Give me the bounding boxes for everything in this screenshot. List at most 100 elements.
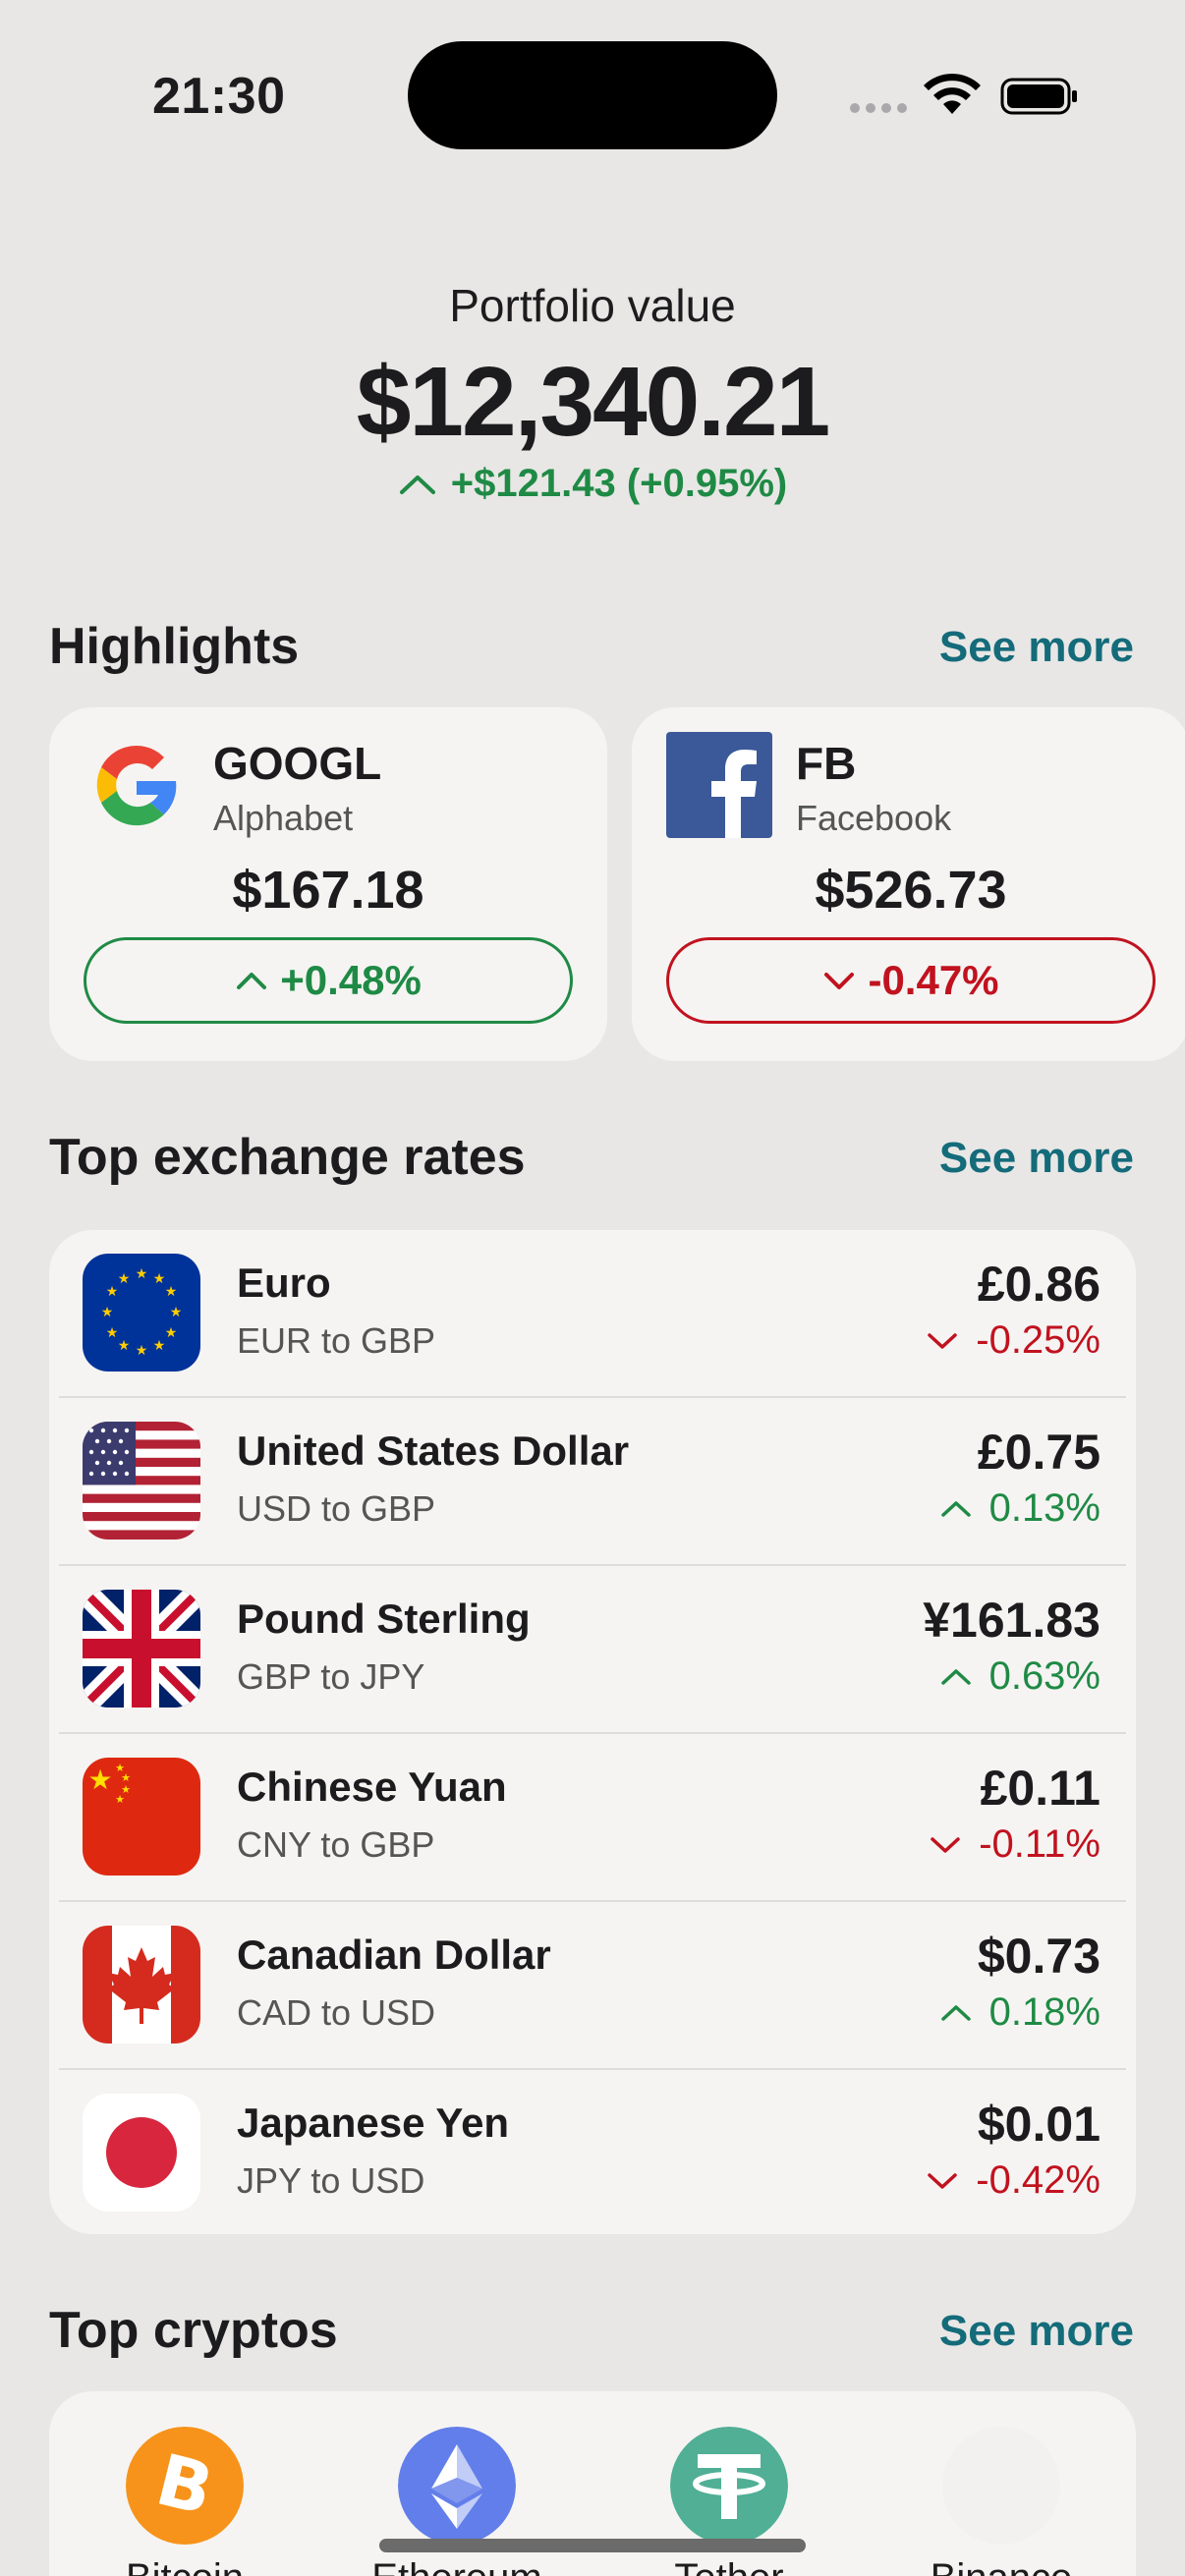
- exchange-rate-row-eur[interactable]: ★ ★ ★ ★ ★ ★ ★ ★ ★ ★ ★ ★ Euro EUR to GBP £0.86 -0…: [49, 1230, 1136, 1398]
- rate-value: $0.73: [977, 1929, 1100, 1984]
- crypto-name: Binance: [893, 2556, 1109, 2576]
- rate-value: ¥161.83: [923, 1593, 1100, 1648]
- svg-text:★: ★: [101, 1305, 114, 1320]
- chevron-up-icon: [940, 1668, 971, 1685]
- rate-change-text: 0.63%: [988, 1654, 1100, 1698]
- chevron-up-icon: [399, 475, 435, 494]
- crypto-name: Ethereum: [349, 2556, 565, 2576]
- exchange-rate-row-cny[interactable]: ★ ★ ★ ★ ★ Chinese Yuan CNY to GBP £0.11 …: [49, 1734, 1136, 1902]
- svg-text:★: ★: [136, 1266, 148, 1282]
- exchange-rate-row-jpy[interactable]: Japanese Yen JPY to USD $0.01 -0.42%: [49, 2070, 1136, 2234]
- rate-change: -0.25%: [927, 1318, 1100, 1363]
- rate-change: 0.13%: [940, 1486, 1100, 1531]
- google-logo-icon: [96, 745, 177, 826]
- portfolio-label: Portfolio value: [449, 280, 736, 331]
- currency-name: Canadian Dollar: [237, 1932, 551, 1978]
- svg-text:★: ★: [87, 1764, 112, 1796]
- tether-icon: [670, 2427, 788, 2545]
- currency-name: Pound Sterling: [237, 1596, 531, 1642]
- highlight-card-fb[interactable]: FB Facebook $526.73 -0.47%: [632, 707, 1185, 1061]
- crypto-name: Tether: [621, 2556, 837, 2576]
- battery-icon: [1000, 78, 1077, 115]
- rate-change: -0.11%: [930, 1822, 1100, 1867]
- highlight-price: $526.73: [815, 861, 1007, 920]
- uk-flag-icon: [83, 1590, 200, 1708]
- rate-change: 0.63%: [940, 1654, 1100, 1699]
- rate-change-text: -0.25%: [976, 1318, 1100, 1362]
- chevron-up-icon: [237, 973, 267, 989]
- highlight-ticker: GOOGL: [213, 738, 382, 789]
- eu-flag-icon: ★ ★★ ★★★ ★★★ ★★★: [83, 1254, 200, 1372]
- dynamic-island: [408, 41, 777, 149]
- chevron-up-icon: [940, 1500, 971, 1517]
- status-bar: 21:30: [0, 0, 1185, 187]
- chevron-down-icon: [928, 2172, 957, 2189]
- rate-change-text: 0.13%: [988, 1486, 1100, 1530]
- highlight-price: $167.18: [232, 861, 424, 920]
- cellular-signal-icon: [850, 103, 907, 113]
- svg-text:★: ★: [153, 1338, 166, 1354]
- cryptos-see-more-link[interactable]: See more: [939, 2307, 1134, 2356]
- portfolio-change-text: +$121.43 (+0.95%): [450, 462, 788, 505]
- us-flag-icon: [83, 1422, 200, 1540]
- china-flag-icon: ★ ★ ★ ★ ★: [83, 1758, 200, 1876]
- portfolio-change: +$121.43 (+0.95%): [0, 462, 1185, 506]
- home-indicator[interactable]: [379, 2539, 806, 2552]
- svg-text:★: ★: [165, 1325, 178, 1341]
- chevron-down-icon: [824, 973, 855, 989]
- currency-pair: CAD to USD: [237, 1992, 436, 2033]
- portfolio-value: $12,340.21: [356, 347, 831, 457]
- highlight-card-googl[interactable]: GOOGL Alphabet $167.18 +0.48%: [49, 707, 607, 1061]
- rate-change: 0.18%: [940, 1990, 1100, 2035]
- highlights-see-more-link[interactable]: See more: [939, 623, 1134, 672]
- highlight-change-text: -0.47%: [868, 957, 999, 1003]
- rate-value: $0.01: [977, 2097, 1100, 2152]
- currency-name: Chinese Yuan: [237, 1764, 507, 1810]
- cryptos-title: Top cryptos: [49, 2302, 338, 2359]
- highlight-change-badge: -0.47%: [666, 937, 1156, 1024]
- rate-change: -0.42%: [927, 2158, 1100, 2203]
- svg-text:★: ★: [115, 1793, 125, 1806]
- chevron-down-icon: [931, 1836, 960, 1853]
- highlights-title: Highlights: [49, 618, 300, 675]
- chevron-up-icon: [940, 2004, 971, 2021]
- rate-change-text: -0.11%: [979, 1822, 1100, 1866]
- exchange-rate-row-usd[interactable]: United States Dollar USD to GBP £0.75 0.…: [49, 1398, 1136, 1566]
- highlight-change-badge: +0.48%: [84, 937, 573, 1024]
- exchange-rate-row-gbp[interactable]: Pound Sterling GBP to JPY ¥161.83 0.63%: [49, 1566, 1136, 1734]
- japan-flag-icon: [83, 2094, 200, 2212]
- exchange-rate-row-cad[interactable]: Canadian Dollar CAD to USD $0.73 0.18%: [49, 1902, 1136, 2070]
- currency-pair: GBP to JPY: [237, 1656, 425, 1697]
- svg-text:★: ★: [106, 1284, 119, 1300]
- rate-change-text: -0.42%: [976, 2158, 1100, 2202]
- svg-text:★: ★: [106, 1325, 119, 1341]
- ethereum-icon: [398, 2427, 516, 2545]
- crypto-name: Bitcoin: [77, 2556, 293, 2576]
- exchange-rates-see-more-link[interactable]: See more: [939, 1134, 1134, 1183]
- binance-icon: [942, 2427, 1060, 2545]
- rate-change-text: 0.18%: [988, 1990, 1100, 2034]
- canada-flag-icon: [83, 1926, 200, 2044]
- bitcoin-icon: B: [126, 2427, 244, 2545]
- currency-name: Euro: [237, 1260, 331, 1306]
- exchange-rates-title: Top exchange rates: [49, 1129, 526, 1186]
- currency-pair: EUR to GBP: [237, 1320, 436, 1361]
- wifi-icon: [924, 73, 981, 114]
- svg-text:★: ★: [118, 1271, 131, 1287]
- svg-text:★: ★: [170, 1305, 183, 1320]
- highlight-company-name: Alphabet: [213, 798, 354, 838]
- highlight-ticker: FB: [796, 738, 857, 789]
- currency-pair: USD to GBP: [237, 1488, 436, 1529]
- facebook-logo-icon: [666, 732, 772, 838]
- svg-text:★: ★: [118, 1338, 131, 1354]
- exchange-rates-list: ★ ★ ★ ★ ★ ★ ★ ★ ★ ★ ★ ★ Euro EUR to GBP £0.86 -0…: [49, 1230, 1136, 2234]
- highlight-change-text: +0.48%: [280, 957, 422, 1003]
- highlight-company-name: Facebook: [796, 798, 952, 838]
- rate-value: £0.75: [977, 1425, 1100, 1480]
- svg-text:★: ★: [165, 1284, 178, 1300]
- currency-name: Japanese Yen: [237, 2100, 510, 2146]
- status-time: 21:30: [152, 68, 286, 125]
- svg-text:★: ★: [153, 1271, 166, 1287]
- currency-pair: CNY to GBP: [237, 1824, 435, 1865]
- rate-value: £0.86: [977, 1257, 1100, 1312]
